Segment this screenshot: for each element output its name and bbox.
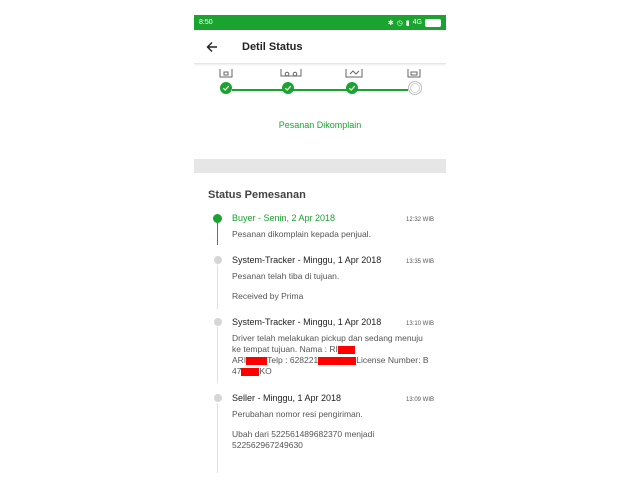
page-title: Detil Status bbox=[242, 40, 303, 53]
entry-header: Seller - Minggu, 1 Apr 2018 13:09 WIB bbox=[232, 393, 434, 403]
status-bar: 8:50 ✱ ◷ ▮ 4G bbox=[194, 15, 446, 30]
section-title: Status Pemesanan bbox=[208, 189, 306, 201]
entry-text: Driver telah melakukan pickup dan sedang… bbox=[232, 333, 434, 377]
entry-text: Pesanan dikomplain kepada penjual. bbox=[232, 229, 371, 239]
check-icon bbox=[348, 85, 356, 91]
battery-icon bbox=[425, 18, 441, 27]
step-2-done bbox=[282, 82, 294, 94]
redaction-box bbox=[246, 356, 268, 365]
timeline-dot bbox=[214, 256, 222, 264]
entry-time: 13:35 WIB bbox=[405, 259, 434, 265]
step-4-pending bbox=[408, 81, 422, 95]
entry-time: 13:10 WIB bbox=[405, 321, 434, 327]
entry-time: 12:32 WIB bbox=[405, 217, 434, 223]
check-icon bbox=[222, 85, 230, 91]
entry-header: System-Tracker - Minggu, 1 Apr 2018 13:1… bbox=[232, 317, 434, 327]
status-icons: ✱ ◷ ▮ 4G bbox=[387, 18, 441, 27]
timeline-dot-active bbox=[213, 214, 222, 223]
order-progress: Pesanan Dikomplain bbox=[194, 64, 446, 159]
driver-phone: Telp : 628221 bbox=[267, 355, 319, 365]
timeline-dot bbox=[214, 318, 222, 326]
redaction-box bbox=[318, 356, 357, 365]
entry-title: Buyer - Senin, 2 Apr 2018 bbox=[232, 213, 336, 223]
step-3-done bbox=[346, 82, 358, 94]
entry-text: Ubah dari 522561489682370 menjadi 522562… bbox=[232, 429, 375, 450]
signal-icon: ▮ bbox=[405, 19, 410, 27]
driver-name-tail: ARI bbox=[232, 355, 247, 365]
network-type: 4G bbox=[412, 19, 422, 26]
order-status-label: Pesanan Dikomplain bbox=[278, 120, 362, 130]
back-arrow-icon[interactable] bbox=[206, 40, 220, 54]
entry-time: 13:09 WIB bbox=[405, 397, 434, 403]
driver-text: Driver telah melakukan pickup dan sedang… bbox=[232, 333, 423, 354]
step-1-done bbox=[220, 82, 232, 94]
progress-line bbox=[232, 89, 408, 91]
handover-icon bbox=[345, 69, 363, 78]
check-icon bbox=[284, 85, 292, 91]
timeline-entry: System-Tracker - Minggu, 1 Apr 2018 13:3… bbox=[194, 255, 446, 317]
bluetooth-icon: ✱ bbox=[387, 19, 394, 27]
timeline-dot bbox=[214, 394, 222, 402]
entry-header: System-Tracker - Minggu, 1 Apr 2018 13:3… bbox=[232, 255, 434, 265]
entry-text: Perubahan nomor resi pengiriman. bbox=[232, 409, 363, 419]
entry-text: Received by Prima bbox=[232, 291, 304, 301]
entry-title: System-Tracker - Minggu, 1 Apr 2018 bbox=[232, 317, 382, 327]
pending-circle-icon bbox=[410, 83, 420, 93]
section-divider bbox=[194, 159, 446, 173]
order-icon bbox=[219, 69, 233, 78]
received-icon bbox=[407, 69, 421, 78]
alarm-icon: ◷ bbox=[396, 19, 403, 27]
entry-header: Buyer - Senin, 2 Apr 2018 12:32 WIB bbox=[232, 213, 434, 223]
entry-title: Seller - Minggu, 1 Apr 2018 bbox=[232, 393, 342, 403]
phone-screen: 8:50 ✱ ◷ ▮ 4G Detil Status Pesanan Dikom… bbox=[194, 15, 446, 480]
license-tail: KO bbox=[259, 366, 272, 376]
status-time: 8:50 bbox=[199, 19, 213, 26]
entry-text: Pesanan telah tiba di tujuan. bbox=[232, 271, 340, 281]
status-timeline: Buyer - Senin, 2 Apr 2018 12:32 WIB Pesa… bbox=[194, 213, 446, 473]
timeline-entry: System-Tracker - Minggu, 1 Apr 2018 13:1… bbox=[194, 317, 446, 393]
redaction-box bbox=[337, 345, 355, 354]
timeline-entry: Buyer - Senin, 2 Apr 2018 12:32 WIB Pesa… bbox=[194, 213, 446, 255]
timeline-entry: Seller - Minggu, 1 Apr 2018 13:09 WIB Pe… bbox=[194, 393, 446, 463]
step-icons-row bbox=[194, 69, 446, 79]
truck-icon bbox=[280, 69, 302, 77]
entry-title: System-Tracker - Minggu, 1 Apr 2018 bbox=[232, 255, 382, 265]
redaction-box bbox=[241, 367, 260, 376]
app-header: Detil Status bbox=[194, 30, 446, 64]
